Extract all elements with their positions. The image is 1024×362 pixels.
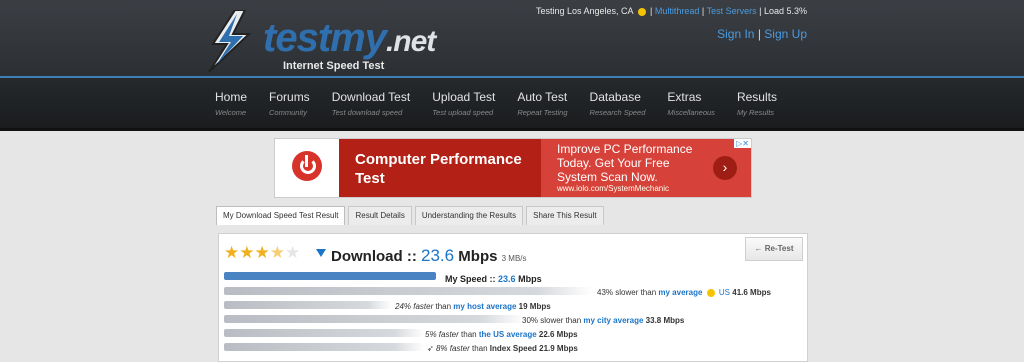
comparison-bar [224, 329, 424, 337]
power-icon [292, 151, 322, 181]
result-panel: ★ ★ ★ ★ ★ Download :: 23.6 Mbps 3 MB/s ←… [218, 233, 808, 362]
comparison-text: 30% slower than my city average 33.8 Mbp… [522, 316, 685, 325]
smiley-icon [637, 7, 646, 16]
tab-result-details[interactable]: Result Details [348, 206, 412, 225]
nav-extras[interactable]: Extras Miscellaneous [667, 90, 715, 117]
download-speed-value: 23.6 [421, 246, 455, 265]
comparison-bar [224, 343, 424, 351]
my-speed-bar [224, 272, 436, 280]
nav-home[interactable]: Home Welcome [215, 90, 247, 117]
my-average-link[interactable]: my average [658, 288, 702, 297]
logo-tagline: Internet Speed Test [283, 60, 385, 72]
star-icon: ★ [254, 243, 270, 262]
multithread-link[interactable]: Multithread [655, 6, 700, 16]
retest-button[interactable]: ← Re-Test [745, 237, 803, 261]
half-star-icon: ★ [269, 243, 285, 262]
nav-shadow [0, 128, 1024, 131]
nav-forums[interactable]: Forums Community [269, 90, 310, 117]
server-status: Testing Los Angeles, CA | Multithread | … [535, 6, 807, 16]
us-average-link[interactable]: the US average [479, 330, 537, 339]
ad-url: www.iolo.com/SystemMechanic [557, 184, 670, 193]
smiley-icon [706, 288, 715, 297]
star-icon: ★ [224, 243, 240, 262]
comparison-text: ➶ 8% faster than Index Speed 21.9 Mbps [427, 344, 578, 353]
sign-up-link[interactable]: Sign Up [764, 27, 807, 41]
star-icon: ★ [239, 243, 255, 262]
leaf-icon: ➶ [427, 344, 434, 353]
advertisement-banner[interactable]: Computer Performance Test Improve PC Per… [274, 138, 752, 198]
comparison-bar [224, 315, 524, 323]
ad-headline: Computer Performance Test [355, 151, 522, 187]
lightning-icon [208, 10, 252, 72]
tab-understanding-results[interactable]: Understanding the Results [414, 206, 524, 225]
rating-stars: ★ ★ ★ ★ ★ [224, 244, 300, 261]
my-city-average-link[interactable]: my city average [583, 316, 643, 325]
nav-download-test[interactable]: Download Test Test download speed [332, 90, 411, 117]
download-arrow-icon [316, 249, 326, 257]
nav-menu: Home Welcome Forums Community Download Tes… [215, 90, 799, 117]
test-servers-link[interactable]: Test Servers [707, 6, 757, 16]
comparison-text: 43% slower than my average US 41.6 Mbps [597, 288, 771, 297]
comparison-bar [224, 287, 592, 295]
site-logo[interactable]: testmy.net Internet Speed Test [205, 10, 455, 72]
ad-go-button[interactable]: › [713, 156, 737, 180]
nav-auto-test[interactable]: Auto Test Repeat Testing [517, 90, 567, 117]
ad-body: Improve PC Performance Today. Get Your F… [557, 142, 693, 184]
nav-database[interactable]: Database Research Speed [590, 90, 646, 117]
my-speed-label: My Speed :: 23.6 Mbps [445, 274, 542, 284]
tab-share-result[interactable]: Share This Result [526, 206, 604, 225]
comparison-bar [224, 301, 392, 309]
nav-upload-test[interactable]: Upload Test Test upload speed [432, 90, 495, 117]
nav-results[interactable]: Results My Results [737, 90, 777, 117]
logo-wordmark: testmy.net [263, 16, 436, 60]
comparison-text: 24% faster than my host average 19 Mbps [395, 302, 551, 311]
sign-in-link[interactable]: Sign In [717, 27, 754, 41]
result-tabs: My Download Speed Test Result Result Det… [216, 206, 607, 225]
site-header [0, 0, 1024, 76]
ad-choices-icon[interactable]: ▷✕ [734, 139, 751, 148]
my-host-average-link[interactable]: my host average [453, 302, 516, 311]
empty-star-icon: ★ [285, 243, 301, 262]
tab-my-result[interactable]: My Download Speed Test Result [216, 206, 346, 225]
auth-links: Sign In | Sign Up [717, 27, 807, 41]
download-speed-heading: Download :: 23.6 Mbps 3 MB/s [331, 246, 527, 265]
comparison-text: 5% faster than the US average 22.6 Mbps [425, 330, 578, 339]
